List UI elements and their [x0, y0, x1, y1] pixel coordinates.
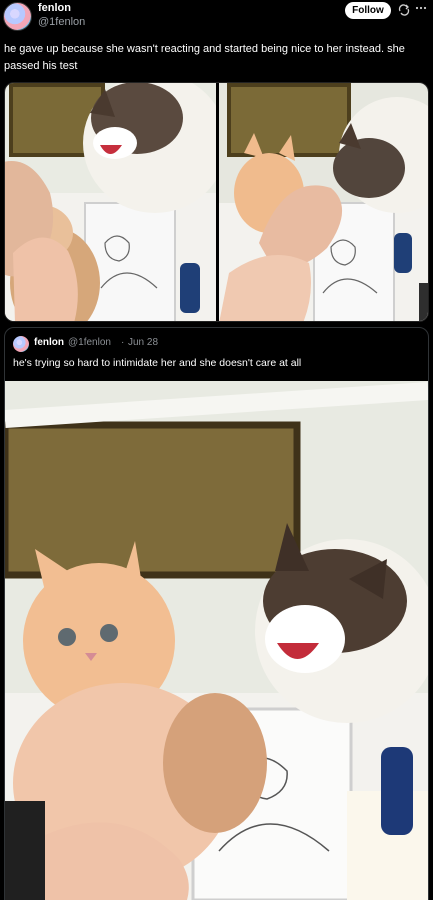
quoted-photo[interactable]	[5, 381, 428, 900]
quoted-avatar[interactable]	[13, 336, 29, 352]
quoted-author-handle[interactable]: @1fenlon	[68, 337, 111, 348]
quoted-author-display-name[interactable]: fenlon	[34, 337, 64, 348]
retweet-icon[interactable]	[397, 3, 411, 17]
post-text: he gave up because she wasn't reacting a…	[4, 43, 405, 72]
author-display-name[interactable]: fenlon	[38, 2, 71, 14]
author-handle[interactable]: @1fenlon	[38, 16, 85, 28]
quoted-separator: ·	[121, 337, 125, 348]
quoted-text: he's trying so hard to intimidate her an…	[13, 357, 302, 369]
avatar[interactable]	[3, 2, 32, 31]
quoted-date[interactable]: Jun 28	[128, 337, 158, 348]
media-grid[interactable]	[4, 82, 429, 322]
post-header: fenlon @1fenlon Follow	[0, 0, 433, 38]
follow-button[interactable]: Follow	[345, 2, 391, 19]
photo-right[interactable]	[219, 83, 428, 321]
quoted-post[interactable]: fenlon @1fenlon · Jun 28 he's trying so …	[4, 327, 429, 900]
more-icon[interactable]	[414, 1, 428, 15]
photo-left[interactable]	[5, 83, 216, 321]
